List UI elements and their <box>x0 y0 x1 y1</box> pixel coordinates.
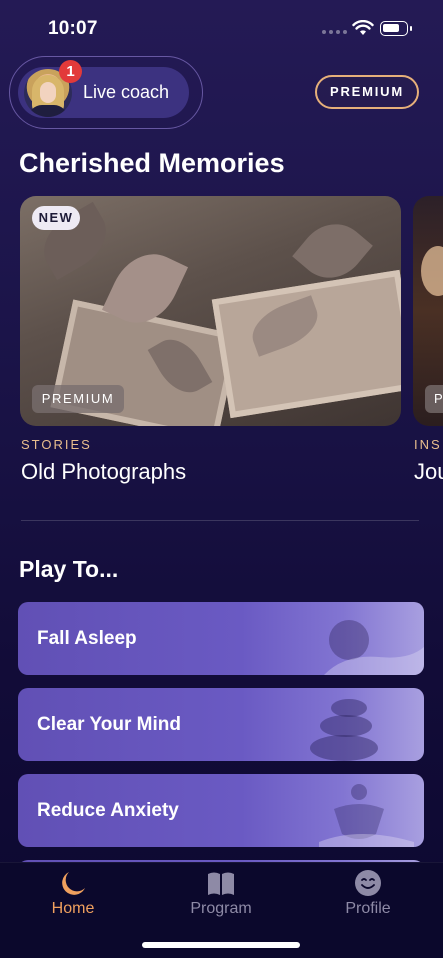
play-item-label: Reduce Anxiety <box>37 800 179 821</box>
notification-badge: 1 <box>59 60 82 83</box>
divider <box>21 520 419 521</box>
status-time: 10:07 <box>48 18 98 39</box>
new-badge: NEW <box>32 206 80 230</box>
live-coach-label[interactable]: Live coach <box>83 82 169 103</box>
card-category: INS <box>414 437 442 452</box>
play-item-label: Clear Your Mind <box>37 714 181 735</box>
wifi-icon <box>352 20 374 35</box>
signal-icon <box>322 30 347 34</box>
premium-button[interactable]: PREMIUM <box>315 75 419 109</box>
tab-home[interactable]: Home <box>18 868 128 918</box>
card-category: STORIES <box>21 437 92 452</box>
tab-label: Profile <box>345 900 391 917</box>
tab-profile[interactable]: Profile <box>313 868 423 918</box>
premium-badge: PREMIUM <box>32 385 124 413</box>
card-title[interactable]: Old Photographs <box>21 459 186 485</box>
home-indicator <box>142 942 300 948</box>
play-item-label: Fall Asleep <box>37 628 137 649</box>
section-title-memories: Cherished Memories <box>19 148 285 178</box>
smiley-face-icon <box>355 870 381 896</box>
play-item-fall-asleep[interactable]: Fall Asleep <box>18 602 424 675</box>
status-bar: 10:07 <box>0 0 443 56</box>
play-item-reduce-anxiety[interactable]: Reduce Anxiety <box>18 774 424 847</box>
stones-illustration <box>310 699 378 761</box>
tab-label: Home <box>51 900 95 917</box>
card-title[interactable]: Jou <box>414 459 443 485</box>
premium-badge: P <box>425 385 443 413</box>
play-item-clear-your-mind[interactable]: Clear Your Mind <box>18 688 424 761</box>
tab-label: Program <box>190 900 252 917</box>
book-icon <box>208 872 234 895</box>
meditation-illustration <box>319 784 414 847</box>
tab-program[interactable]: Program <box>166 868 276 918</box>
moon-icon <box>62 872 85 895</box>
section-title-play: Play To... <box>19 556 119 582</box>
sleeping-person-illustration <box>324 620 424 675</box>
battery-icon <box>380 21 412 36</box>
